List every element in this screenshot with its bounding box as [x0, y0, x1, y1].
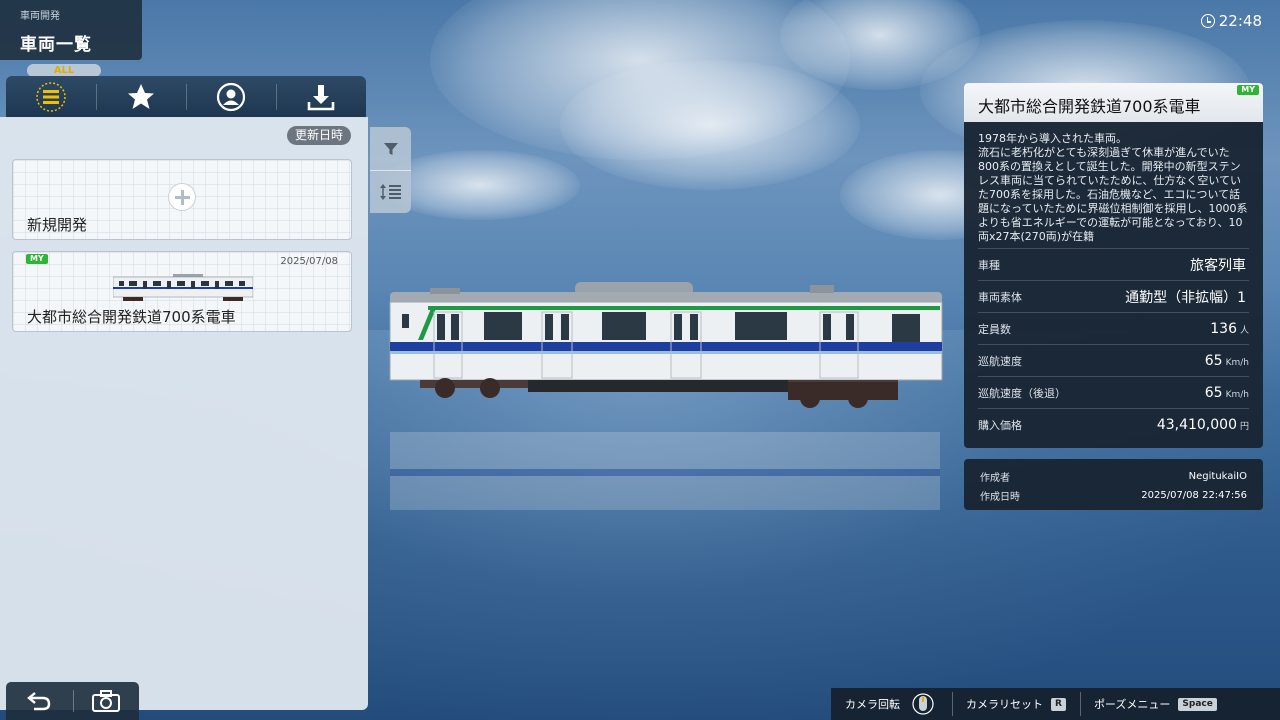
- spec-label: 購入価格: [978, 418, 1022, 432]
- author-row: 作成者 NegitukaiIO: [980, 467, 1247, 486]
- title-panel: 車両開発 車両一覧: [0, 0, 142, 60]
- bottom-left-bar: [6, 682, 139, 720]
- spec-label: 巡航速度: [978, 354, 1022, 368]
- my-badge: MY: [1237, 85, 1259, 95]
- back-button[interactable]: [6, 682, 73, 720]
- breadcrumb: 車両開発: [20, 11, 60, 22]
- camera-icon: [91, 690, 120, 712]
- spec-value: 65 Km/h: [1205, 385, 1249, 401]
- spec-value-text: 通勤型（非拡幅）1: [1125, 289, 1246, 306]
- new-vehicle-card[interactable]: 新規開発: [12, 159, 352, 240]
- new-vehicle-label: 新規開発: [27, 216, 88, 234]
- my-badge: MY: [26, 254, 48, 264]
- author-name: NegitukaiIO: [1188, 471, 1247, 482]
- tab-all[interactable]: [6, 76, 96, 118]
- hint-camera-rotate: カメラ回転: [831, 688, 952, 720]
- control-hints: カメラ回転 カメラリセット R ポーズメニュー Space: [831, 688, 1280, 720]
- spec-value: 136 人: [1210, 321, 1249, 337]
- screenshot-button[interactable]: [72, 682, 140, 720]
- vehicle-detail-panel: 大都市総合開発鉄道700系電車 MY 1978年から導入された車両。 流石に老朽…: [964, 83, 1263, 448]
- list-tools: [370, 127, 411, 213]
- user-icon: [216, 82, 246, 112]
- created-date: 2025/07/08 22:47:56: [1141, 490, 1247, 501]
- spec-value: 旅客列車: [1190, 255, 1249, 275]
- spec-row: 車種 旅客列車: [978, 248, 1249, 280]
- key-r: R: [1051, 697, 1066, 711]
- vehicle-date: 2025/07/08: [280, 256, 338, 267]
- spec-unit: Km/h: [1225, 389, 1249, 400]
- created-label: 作成日時: [980, 492, 1020, 503]
- spec-value: 43,410,000 円: [1157, 417, 1249, 433]
- back-icon: [27, 692, 51, 711]
- sort-label[interactable]: 更新日時: [286, 126, 351, 145]
- download-icon: [307, 85, 335, 111]
- spec-row: 定員数 136 人: [978, 312, 1249, 344]
- clock: 22:48: [1200, 12, 1262, 30]
- spec-label: 巡航速度（後退）: [978, 386, 1066, 400]
- spec-value: 通勤型（非拡幅）1: [1125, 287, 1249, 307]
- spec-value-text: 136: [1210, 320, 1237, 337]
- spec-value-text: 43,410,000: [1156, 416, 1237, 433]
- tab-bar: [6, 76, 366, 118]
- hint-pause-menu: ポーズメニュー Space: [1079, 688, 1231, 720]
- star-icon: [128, 84, 154, 109]
- spec-unit: 人: [1239, 325, 1249, 336]
- clock-time: 22:48: [1218, 12, 1262, 30]
- key-space: Space: [1178, 697, 1217, 711]
- clock-icon: [1200, 14, 1215, 28]
- hint-camera-reset: カメラリセット R: [952, 688, 1080, 720]
- list-item[interactable]: MY 2025/07/08 大都市総合開発鉄道700系電車: [12, 251, 352, 332]
- spec-row: 巡航速度（後退） 65 Km/h: [978, 376, 1249, 408]
- tab-my[interactable]: [186, 76, 276, 118]
- detail-title: 大都市総合開発鉄道700系電車: [978, 97, 1201, 116]
- detail-description: 1978年から導入された車両。 流石に老朽化がとても深刻過ぎて休車が進んでいた8…: [978, 132, 1248, 243]
- spec-value-text: 65: [1204, 384, 1223, 401]
- author-panel: 作成者 NegitukaiIO 作成日時 2025/07/08 22:47:56: [964, 459, 1263, 510]
- sort-icon: [379, 184, 401, 200]
- tab-favorites[interactable]: [96, 76, 186, 118]
- camera-reset-label: カメラリセット: [966, 698, 1043, 711]
- spec-label: 車両素体: [978, 290, 1022, 304]
- cloud: [560, 60, 860, 190]
- tab-downloaded[interactable]: [276, 76, 366, 118]
- page-title: 車両一覧: [20, 35, 92, 55]
- train-model-view: [389, 282, 943, 510]
- spec-value-text: 65: [1204, 352, 1223, 369]
- filter-icon: [383, 142, 398, 155]
- camera-rotate-label: カメラ回転: [845, 698, 900, 711]
- spec-unit: Km/h: [1225, 357, 1249, 368]
- spec-unit: 円: [1239, 421, 1249, 432]
- spec-label: 定員数: [978, 322, 1011, 336]
- vehicle-list-panel: 更新日時 新規開発 MY 2025/07/08 大都市総合開発鉄道700系電車: [0, 117, 368, 710]
- list-icon: [36, 82, 66, 112]
- spec-row: 巡航速度 65 Km/h: [978, 344, 1249, 376]
- sort-order-button[interactable]: [370, 170, 411, 213]
- spec-label: 車種: [978, 258, 1000, 272]
- spec-row: 車両素体 通勤型（非拡幅）1: [978, 280, 1249, 312]
- train-thumbnail: [113, 274, 253, 301]
- spec-value: 65 Km/h: [1205, 353, 1249, 369]
- author-label: 作成者: [980, 473, 1010, 484]
- spec-value-text: 旅客列車: [1190, 257, 1246, 274]
- plus-icon: [168, 183, 196, 211]
- detail-header: 大都市総合開発鉄道700系電車 MY: [964, 83, 1263, 122]
- created-row: 作成日時 2025/07/08 22:47:56: [980, 486, 1247, 505]
- vehicle-name: 大都市総合開発鉄道700系電車: [27, 308, 236, 326]
- filter-button[interactable]: [370, 127, 411, 170]
- pause-menu-label: ポーズメニュー: [1093, 698, 1171, 711]
- spec-row: 購入価格 43,410,000 円: [978, 408, 1249, 440]
- mouse-icon: [912, 693, 934, 715]
